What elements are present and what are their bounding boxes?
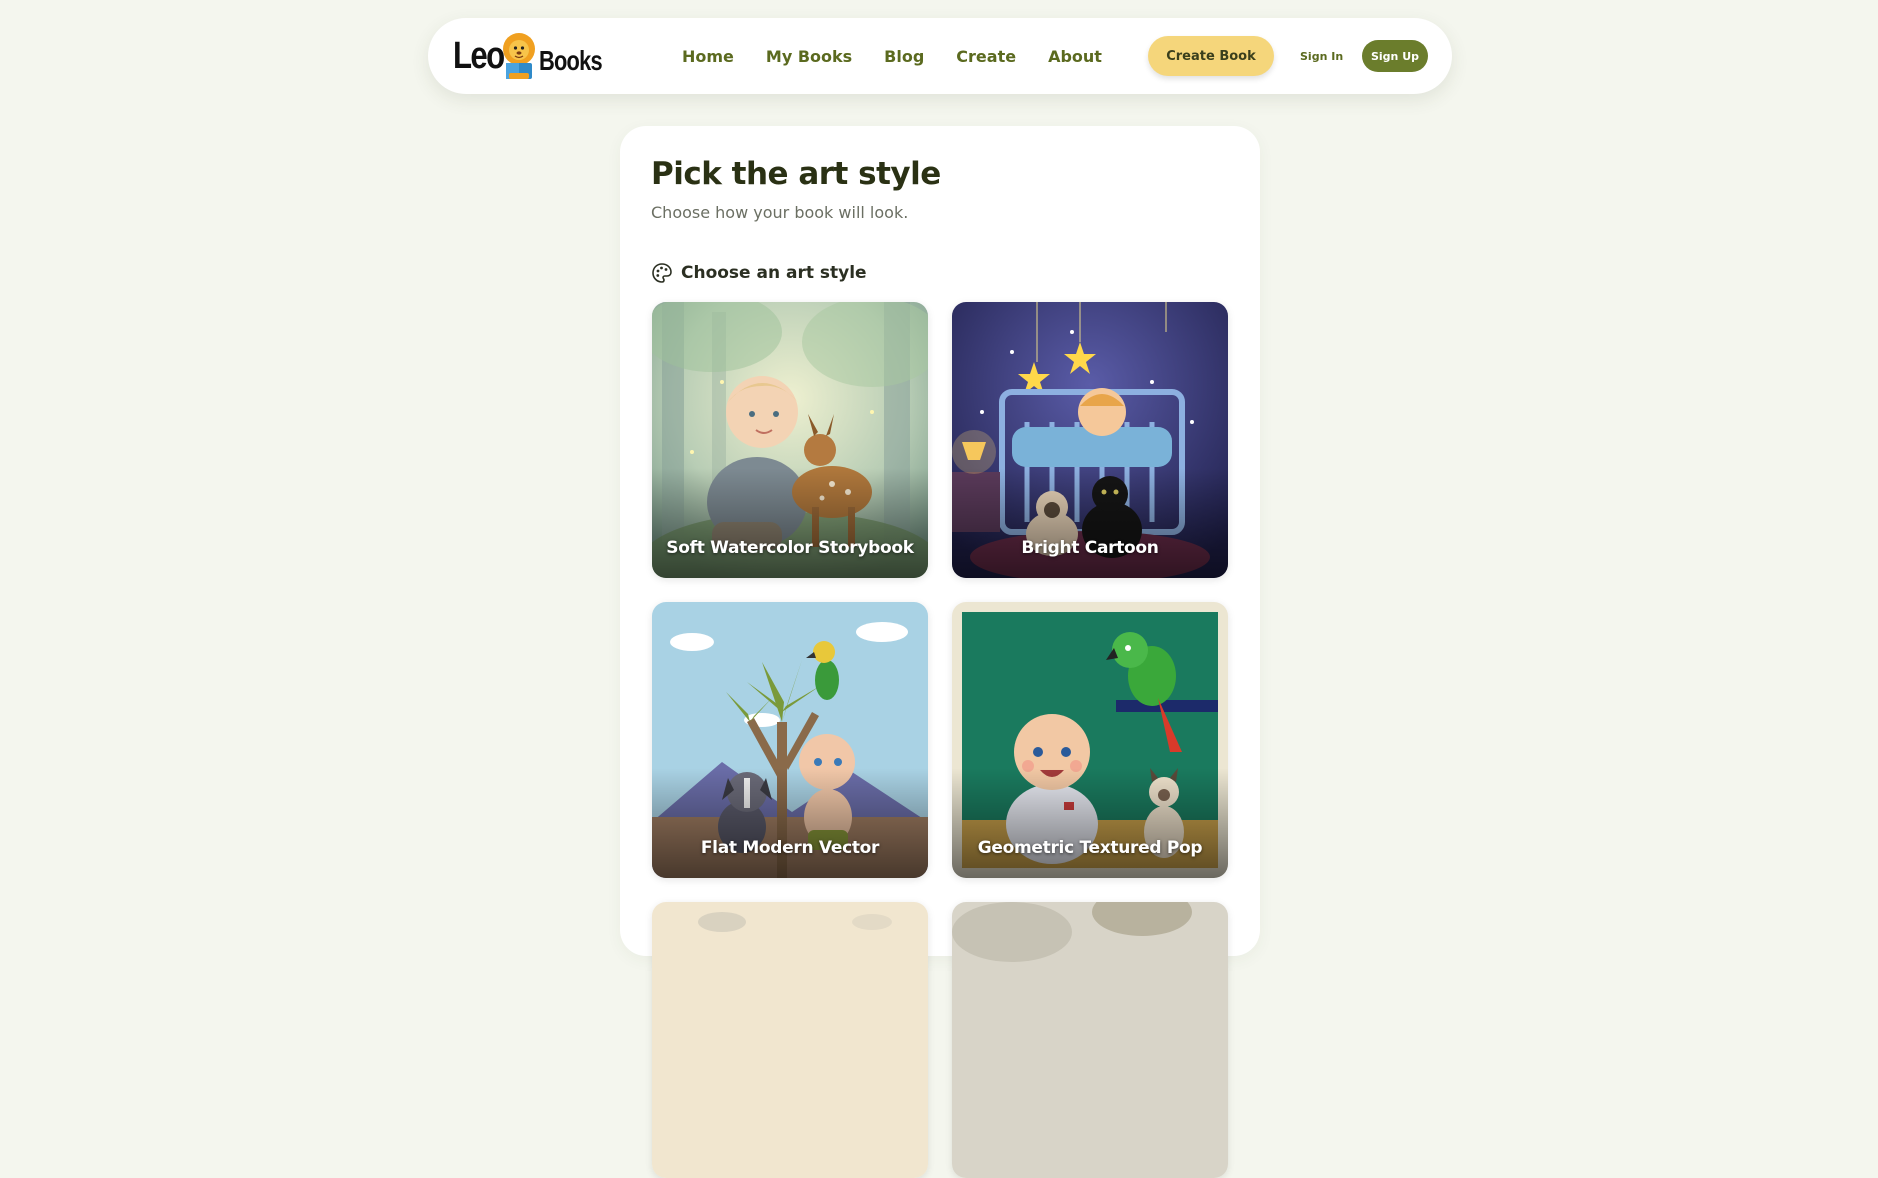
style-label: Flat Modern Vector: [700, 838, 880, 858]
sign-in-link[interactable]: Sign In: [1300, 46, 1343, 66]
nav-my-books[interactable]: My Books: [766, 47, 852, 66]
page-title: Pick the art style: [651, 156, 941, 192]
section-label: Choose an art style: [681, 263, 867, 283]
style-card-flat-modern-vector[interactable]: Flat Modern Vector: [652, 602, 928, 878]
logo-text-books: Books: [539, 45, 603, 76]
section-header: Choose an art style: [651, 262, 867, 284]
logo[interactable]: Leo Books: [453, 30, 620, 82]
top-navbar: Leo Books Home My Books Blog Create Abou…: [428, 18, 1452, 94]
card-overlay: [652, 768, 928, 878]
style-card-soft-watercolor[interactable]: Soft Watercolor Storybook: [652, 302, 928, 578]
palette-icon: [652, 263, 672, 283]
style-card-6[interactable]: [952, 902, 1228, 1178]
nav-about[interactable]: About: [1048, 47, 1102, 66]
sign-up-button[interactable]: Sign Up: [1362, 40, 1428, 72]
style-preview-image: [652, 902, 928, 1178]
style-label: Bright Cartoon: [1021, 538, 1159, 558]
style-label: Soft Watercolor Storybook: [666, 538, 914, 558]
card-overlay: [652, 468, 928, 578]
nav-create[interactable]: Create: [956, 47, 1016, 66]
style-label: Geometric Textured Pop: [977, 838, 1203, 858]
card-overlay: [952, 768, 1228, 878]
main-menu: Home My Books Blog Create About: [682, 18, 1102, 94]
lion-mascot-icon: [503, 33, 535, 79]
nav-blog[interactable]: Blog: [884, 47, 924, 66]
style-card-bright-cartoon[interactable]: Bright Cartoon: [952, 302, 1228, 578]
style-preview-image: [952, 902, 1228, 1178]
page-subtitle: Choose how your book will look.: [651, 203, 909, 222]
create-book-button[interactable]: Create Book: [1148, 36, 1274, 76]
style-card-geometric-textured-pop[interactable]: Geometric Textured Pop: [952, 602, 1228, 878]
art-style-panel: Pick the art style Choose how your book …: [620, 126, 1260, 1178]
nav-home[interactable]: Home: [682, 47, 734, 66]
style-card-5[interactable]: [652, 902, 928, 1178]
logo-text-leo: Leo: [453, 34, 505, 77]
card-overlay: [952, 468, 1228, 578]
